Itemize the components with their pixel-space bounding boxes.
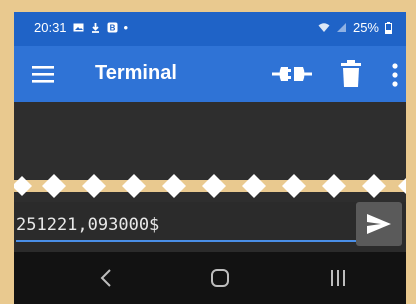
status-time: 20:31 bbox=[34, 20, 67, 35]
status-right: 25% bbox=[318, 20, 392, 35]
back-icon[interactable] bbox=[98, 268, 114, 288]
wifi-icon bbox=[318, 23, 330, 32]
svg-text:B: B bbox=[109, 24, 115, 33]
command-input-value: 251221,093000$ bbox=[16, 215, 160, 235]
battery-icon bbox=[385, 21, 392, 34]
recents-icon[interactable] bbox=[328, 268, 348, 288]
send-button[interactable] bbox=[356, 202, 402, 246]
delete-icon[interactable] bbox=[340, 59, 362, 89]
image-icon bbox=[73, 23, 84, 32]
torn-edge-divider bbox=[14, 174, 406, 198]
command-input-text: 251221,093000$ bbox=[16, 215, 159, 235]
connect-icon[interactable] bbox=[272, 60, 312, 88]
home-icon[interactable] bbox=[210, 268, 230, 288]
app-title: Terminal bbox=[95, 62, 177, 84]
input-row: 251221,093000$ bbox=[14, 202, 406, 252]
status-left: 20:31 B • bbox=[34, 20, 128, 35]
download-icon bbox=[91, 23, 99, 33]
status-bar: 20:31 B • 25% bbox=[14, 12, 406, 46]
navigation-bar bbox=[14, 252, 406, 304]
battery-percent: 25% bbox=[352, 20, 379, 35]
status-dot: • bbox=[123, 20, 129, 35]
notification-icon: B bbox=[107, 22, 118, 33]
app-bar: Terminal bbox=[14, 46, 406, 102]
signal-icon bbox=[336, 23, 346, 32]
more-vert-icon[interactable] bbox=[390, 60, 400, 90]
send-icon bbox=[367, 214, 391, 234]
menu-icon[interactable] bbox=[30, 62, 58, 86]
phone-screen: 20:31 B • 25% Terminal 251221,093000$ bbox=[14, 12, 406, 304]
